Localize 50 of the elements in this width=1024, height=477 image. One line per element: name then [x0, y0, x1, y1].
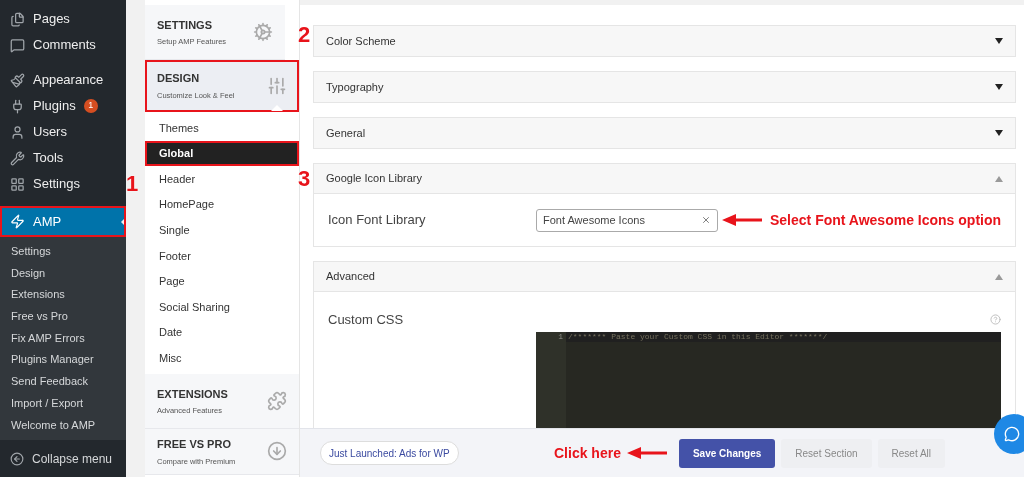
nav-item[interactable]: HomePage	[145, 191, 299, 218]
collapse-menu-link[interactable]: Collapse menu	[32, 449, 113, 468]
promo-link[interactable]: Just Launched: Ads for WP	[320, 441, 459, 465]
step-number: 3	[298, 168, 311, 191]
step-number: 2	[298, 24, 311, 46]
submenu-item[interactable]: Send Feedback	[0, 371, 126, 393]
count-badge: 1	[83, 99, 98, 113]
section-title: DESIGN	[157, 71, 201, 87]
select-field[interactable]: Font Awesome Icons	[536, 208, 718, 232]
accordion-header[interactable]: Color Scheme	[314, 26, 1016, 56]
nav-item[interactable]: Single	[145, 217, 299, 243]
nav-item[interactable]: Global	[145, 140, 299, 167]
menu-item[interactable]: Tools	[0, 145, 126, 171]
section-title: SETTINGS	[157, 17, 213, 33]
code-editor[interactable]: 1 /******* Paste your Custom CSS in this Editor *******/	[536, 331, 1002, 428]
section-title: FREE VS PRO	[157, 437, 232, 453]
accordion-header[interactable]: Advanced	[314, 262, 1016, 292]
section-title: EXTENSIONS	[157, 386, 228, 402]
submenu-item[interactable]: Settings	[0, 241, 126, 263]
menu-item[interactable]: AMP	[0, 206, 126, 237]
field-label: Icon Font Library	[328, 211, 427, 230]
save-button[interactable]: Save Changes	[678, 438, 776, 468]
nav-item[interactable]: Date	[145, 319, 299, 346]
nav-item[interactable]: Header	[145, 166, 280, 192]
submenu-item[interactable]: Fix AMP Errors	[0, 327, 126, 350]
submenu-item[interactable]: Design	[0, 262, 126, 285]
submenu-item[interactable]: Free vs Pro	[0, 306, 126, 328]
field-label: Custom CSS	[328, 311, 404, 329]
nav-item[interactable]: Page	[145, 268, 299, 295]
menu-item[interactable]: Appearance	[0, 67, 126, 93]
menu-item[interactable]: Users	[0, 119, 126, 145]
menu-item[interactable]: Settings	[0, 171, 104, 197]
submenu-item[interactable]: Import / Export	[0, 392, 126, 415]
line-number: 1	[558, 331, 563, 342]
accordion-header[interactable]: General	[314, 118, 1016, 148]
nav-item[interactable]: Themes	[145, 115, 299, 141]
submenu-item[interactable]: Extensions	[0, 284, 126, 307]
nav-item[interactable]: Misc	[145, 345, 299, 371]
nav-item[interactable]: Social Sharing	[145, 294, 299, 320]
submenu-item[interactable]: Plugins Manager	[0, 349, 126, 372]
nav-item[interactable]: Footer	[145, 242, 299, 269]
callout-text: Click here	[554, 443, 621, 463]
submenu-item[interactable]: Welcome to AMP	[0, 414, 126, 437]
step-number: 1	[126, 173, 139, 195]
accordion-header[interactable]: Typography	[314, 72, 1016, 102]
menu-item[interactable]: Plugins 1	[0, 93, 126, 119]
accordion-header[interactable]: Google Icon Library	[314, 164, 1016, 194]
callout-text: Select Font Awesome Icons option	[770, 210, 1002, 230]
menu-item[interactable]: Comments	[0, 32, 126, 58]
menu-item[interactable]: Pages	[0, 6, 126, 32]
